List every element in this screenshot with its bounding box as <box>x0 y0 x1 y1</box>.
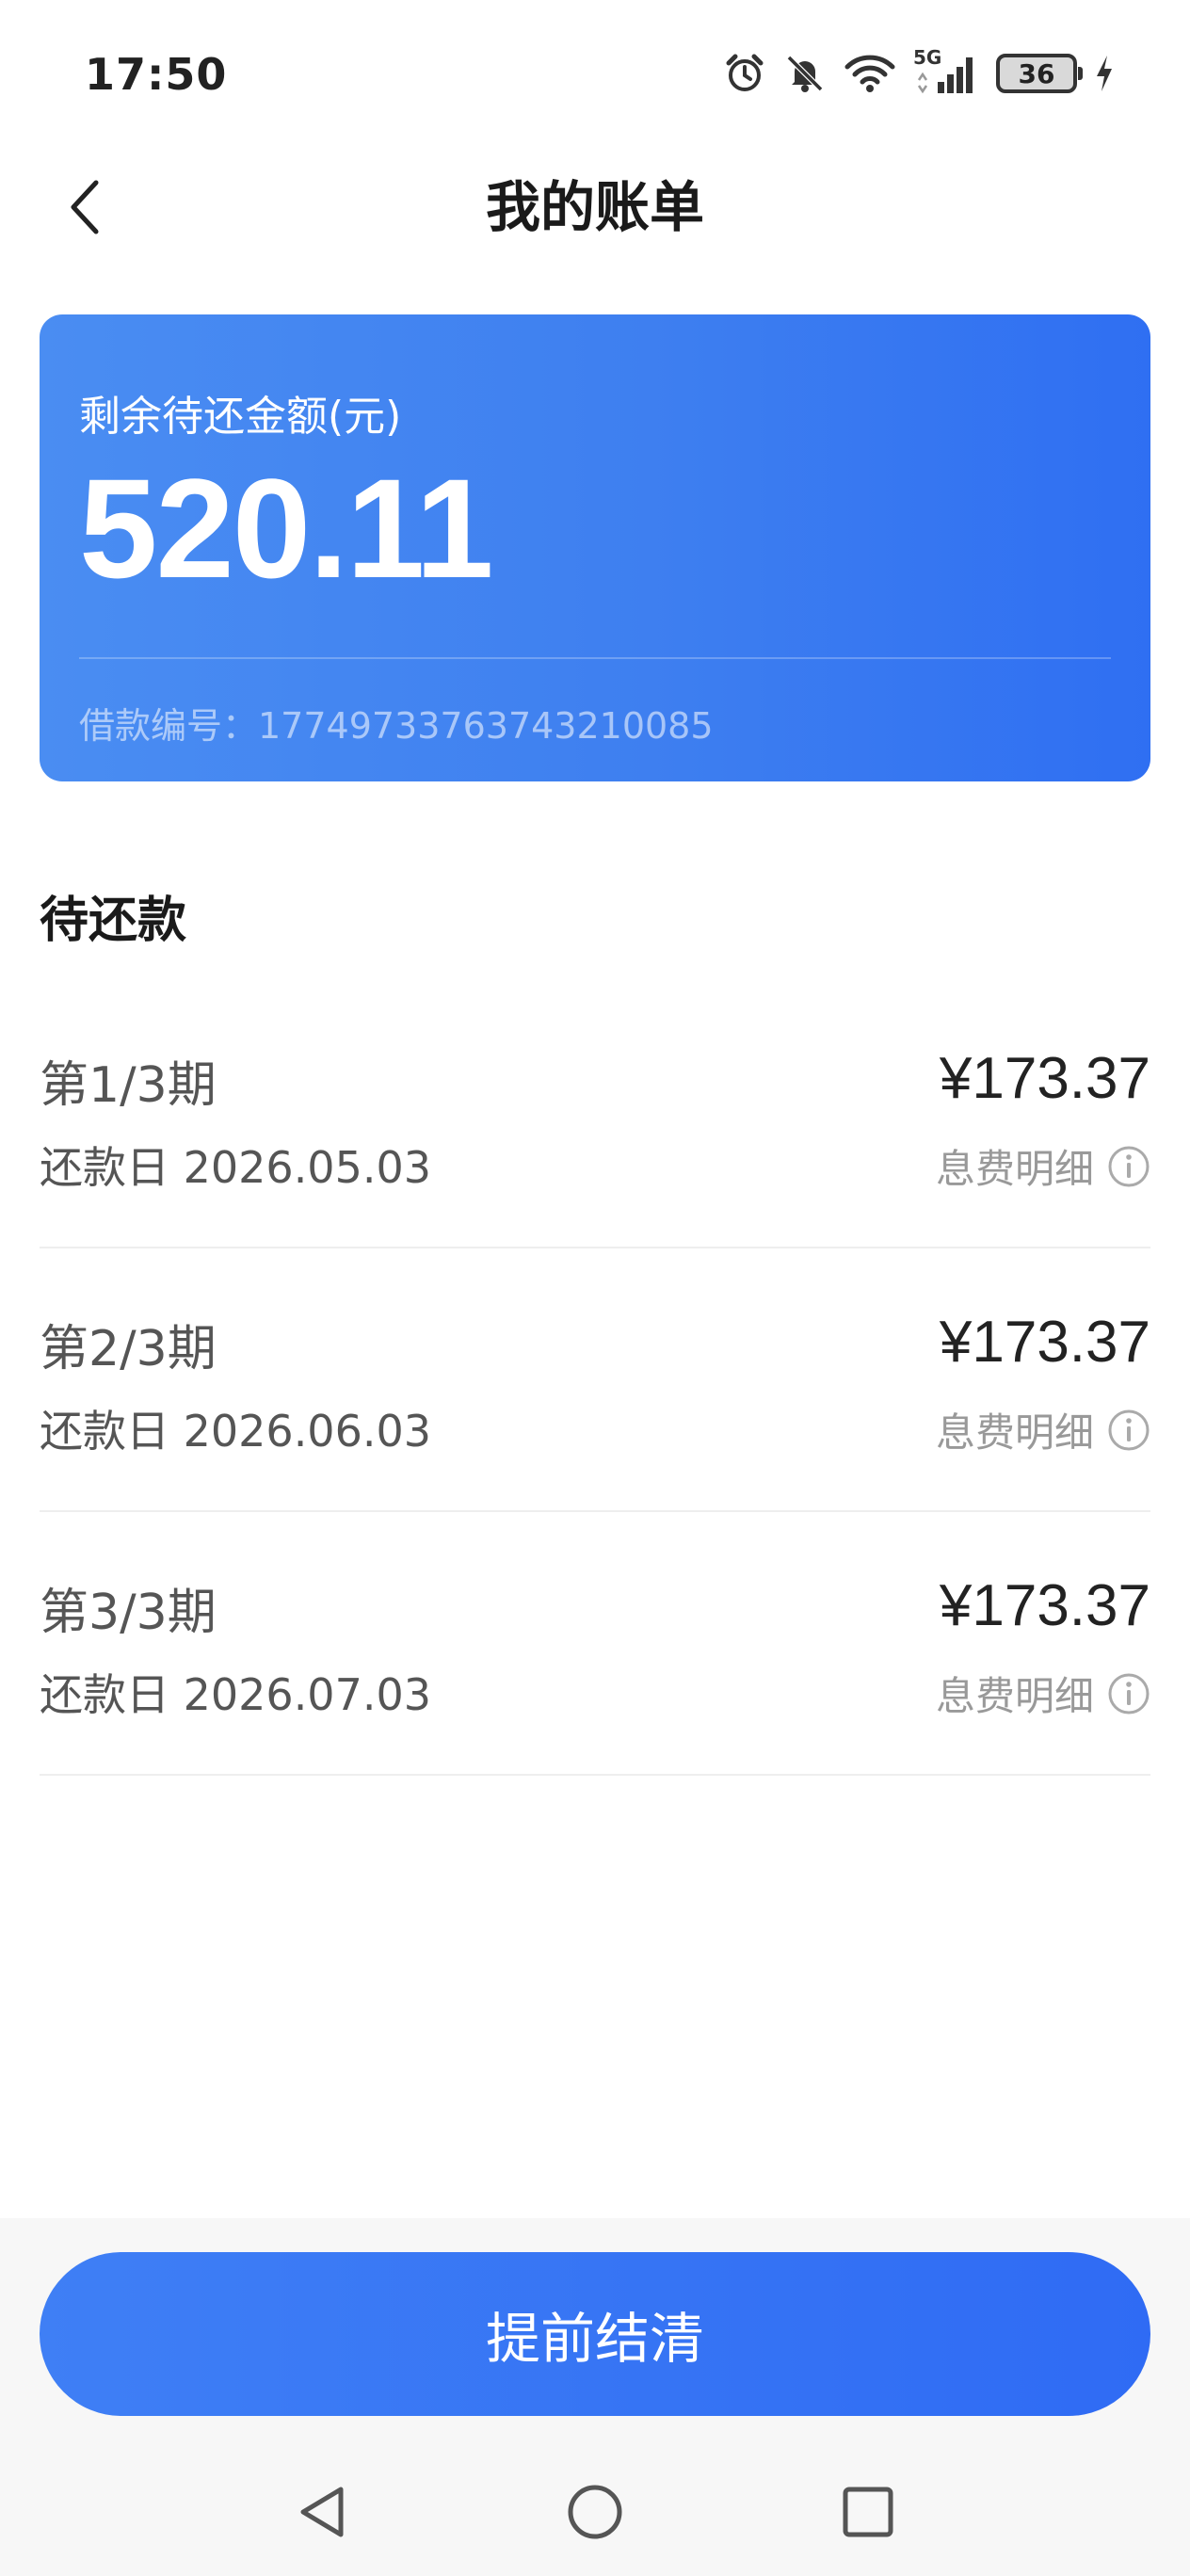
nav-recents-icon <box>843 2487 893 2537</box>
page-title: 我的账单 <box>485 175 704 239</box>
loan-id: 借款编号：17749733763743210085 <box>79 705 714 747</box>
info-icon <box>1108 1673 1150 1714</box>
info-icon <box>1108 1409 1150 1450</box>
fee-detail-link[interactable]: 息费明细 <box>936 1401 1150 1458</box>
fee-detail-label: 息费明细 <box>935 1409 1094 1456</box>
header: 我的账单 <box>0 151 1190 254</box>
nav-back-button[interactable] <box>284 2474 360 2550</box>
nav-home-button[interactable] <box>557 2474 633 2550</box>
nav-home-icon <box>568 2485 622 2539</box>
nav-recents-button[interactable] <box>830 2474 906 2550</box>
installment-amount: ¥173.37 <box>939 1046 1150 1111</box>
fee-detail-link[interactable]: 息费明细 <box>936 1137 1150 1195</box>
installment-row: 第1/3期 还款日 2026.05.03 ¥173.37 息费明细 <box>40 985 1150 1248</box>
fee-detail-link[interactable]: 息费明细 <box>936 1665 1150 1722</box>
system-nav-bar <box>0 2448 1190 2576</box>
installment-row: 第2/3期 还款日 2026.06.03 ¥173.37 息费明细 <box>40 1248 1150 1512</box>
wifi-icon <box>844 52 896 95</box>
installment-period: 第2/3期 <box>40 1321 217 1377</box>
fee-detail-label: 息费明细 <box>935 1146 1094 1192</box>
remaining-amount-label: 剩余待还金额(元) <box>79 393 402 441</box>
installment-row: 第3/3期 还款日 2026.07.03 ¥173.37 息费明细 <box>40 1512 1150 1776</box>
remaining-amount-value: 520.11 <box>79 449 494 607</box>
status-time: 17:50 <box>85 49 228 100</box>
installment-due-date: 还款日 2026.05.03 <box>40 1142 431 1193</box>
installment-amount: ¥173.37 <box>939 1310 1150 1375</box>
network-type: 5G <box>913 46 942 69</box>
installment-period: 第3/3期 <box>40 1585 217 1641</box>
installment-due-date: 还款日 2026.07.03 <box>40 1669 431 1720</box>
fee-detail-label: 息费明细 <box>935 1673 1094 1719</box>
section-title-pending: 待还款 <box>40 893 187 949</box>
charging-icon <box>1094 52 1115 95</box>
status-icons: 5G 36 <box>723 45 1115 102</box>
installment-due-date: 还款日 2026.06.03 <box>40 1406 431 1457</box>
card-divider <box>79 657 1111 659</box>
mute-bell-icon <box>783 52 827 95</box>
signal-icon: 5G <box>913 46 979 95</box>
installment-list: 第1/3期 还款日 2026.05.03 ¥173.37 息费明细 第2/3期 … <box>40 985 1150 1776</box>
status-bar: 17:50 5G 36 <box>0 0 1190 151</box>
remaining-balance-card: 剩余待还金额(元) 520.11 借款编号：177497337637432100… <box>40 314 1150 781</box>
nav-back-icon <box>300 2487 344 2537</box>
info-icon <box>1108 1146 1150 1186</box>
alarm-icon <box>723 52 766 95</box>
battery-icon: 36 <box>996 54 1083 93</box>
prepay-button[interactable]: 提前结清 <box>40 2252 1150 2416</box>
installment-amount: ¥173.37 <box>939 1573 1150 1638</box>
installment-period: 第1/3期 <box>40 1057 217 1114</box>
